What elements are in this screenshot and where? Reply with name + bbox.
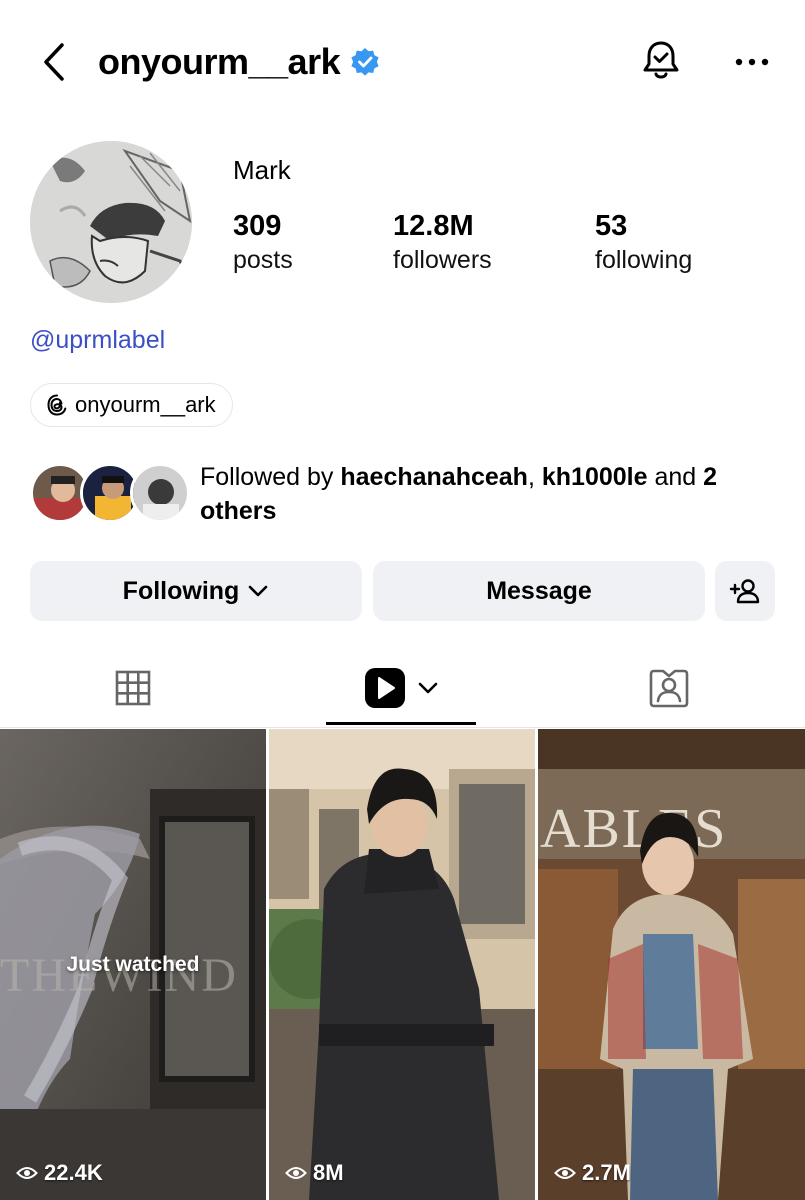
message-button[interactable]: Message [373,561,705,621]
stat-followers-value: 12.8M [393,210,474,242]
notifications-button[interactable] [638,38,684,84]
message-button-label: Message [486,576,592,605]
stat-posts-label: posts [233,246,293,274]
reel-view-count: 8M [285,1160,344,1186]
reel-views-value: 2.7M [582,1160,631,1185]
top-bar: onyourm__ark [0,0,805,125]
tab-tagged[interactable] [596,650,742,726]
mutual-user-2: kh1000le [541,463,648,491]
following-button-label: Following [122,576,240,605]
tab-reels[interactable] [326,650,476,726]
profile-tabs [0,650,805,728]
chevron-down-icon [418,682,438,694]
stat-followers[interactable]: 12.8M followers [393,208,492,276]
reel-views-value: 8M [313,1160,344,1185]
followed-by-prefix: Followed by [200,463,341,491]
stat-posts-value: 309 [233,210,282,242]
stat-following-value: 53 [595,210,628,242]
active-tab-indicator [326,722,476,725]
eye-icon [554,1167,576,1179]
eye-icon [16,1167,38,1179]
svg-text:ABLES: ABLES [540,798,727,860]
stat-posts[interactable]: 309 posts [233,208,293,276]
bio-mention-link[interactable]: @uprmlabel [30,326,165,355]
followed-by-separator: , [527,463,542,491]
profile-avatar[interactable] [30,141,192,303]
tab-posts-grid[interactable] [60,650,206,726]
mutual-avatar [130,463,190,523]
back-button[interactable] [36,40,72,84]
username-title: onyourm__ark [98,41,341,82]
reel-thumbnail[interactable]: 8M [269,729,535,1200]
chevron-left-icon [44,43,64,81]
reel-thumbnail[interactable]: ABLES 2.7M [538,729,805,1200]
following-button[interactable]: Following [30,561,362,621]
stat-following[interactable]: 53 following [595,208,692,276]
reels-grid: THEWIND Just watched 22.4K 8M ABLES 2.7M [0,729,805,1200]
stat-following-label: following [595,246,693,274]
tagged-person-icon [649,669,689,708]
add-user-icon [729,579,760,604]
followed-by-and: and [647,463,704,491]
suggested-users-button[interactable] [715,561,775,621]
reels-play-icon [365,668,405,708]
mutual-followers-avatars[interactable] [30,463,190,525]
more-options-button[interactable] [730,42,774,82]
reel-view-count: 2.7M [554,1160,631,1186]
avatar-illustration [30,141,192,303]
reel-thumbnail[interactable]: THEWIND Just watched 22.4K [0,729,266,1200]
verified-badge-icon [351,48,379,76]
reel-thumbnail-image [269,729,535,1200]
eye-icon [285,1167,307,1179]
threads-handle: onyourm__ark [75,392,216,417]
threads-link[interactable]: onyourm__ark [30,383,233,427]
username-header: onyourm__ark [98,40,380,84]
reel-thumbnail-image: ABLES [538,729,805,1200]
grid-icon [115,670,151,706]
stat-followers-label: followers [393,246,492,274]
mutual-user-1: haechanahceah [340,463,528,491]
just-watched-label: Just watched [66,953,200,976]
reel-view-count: 22.4K [16,1160,103,1186]
display-name: Mark [233,155,291,185]
bell-check-icon [643,41,679,79]
chevron-down-icon [249,585,268,597]
more-horizontal-icon [735,58,769,66]
followed-by-text[interactable]: Followed by haechanahceah, kh1000le and … [200,460,780,528]
reel-views-value: 22.4K [44,1160,103,1185]
threads-icon [47,394,67,416]
